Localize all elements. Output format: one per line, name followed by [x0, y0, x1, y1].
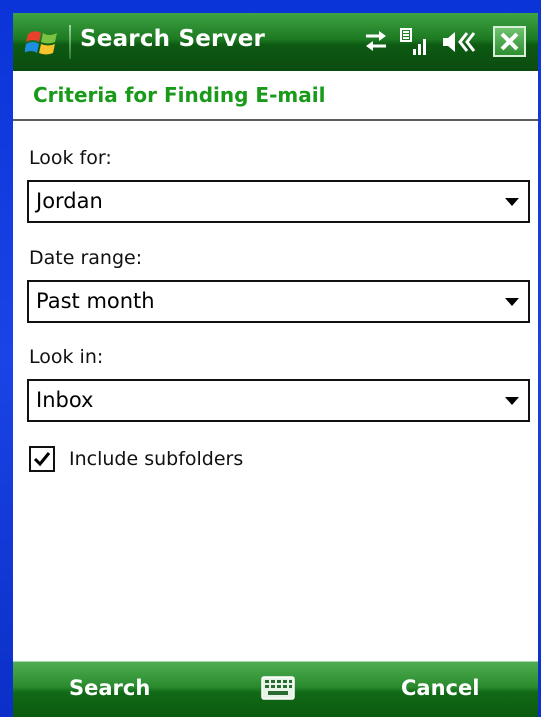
include-subfolders-label[interactable]: Include subfolders — [69, 448, 243, 470]
signal-strength-icon[interactable] — [400, 27, 428, 57]
cancel-softkey[interactable]: Cancel — [401, 676, 479, 700]
volume-icon[interactable] — [441, 27, 477, 57]
title-separator — [69, 25, 71, 59]
date-range-label: Date range: — [29, 247, 143, 269]
close-button[interactable] — [493, 26, 526, 57]
chevron-down-icon — [505, 298, 519, 306]
close-icon — [500, 32, 519, 51]
date-range-dropdown[interactable]: Past month — [27, 280, 530, 323]
look-for-dropdown[interactable]: Jordan — [27, 180, 530, 223]
date-range-value: Past month — [36, 289, 155, 313]
look-for-value: Jordan — [36, 189, 103, 213]
search-softkey[interactable]: Search — [69, 676, 150, 700]
page-header: Criteria for Finding E-mail — [13, 71, 538, 121]
app-title: Search Server — [80, 26, 266, 52]
title-bar: Search Server — [13, 13, 538, 71]
keyboard-icon[interactable] — [261, 676, 295, 700]
checkmark-icon — [33, 452, 51, 467]
include-subfolders-checkbox[interactable] — [29, 446, 55, 472]
look-in-label: Look in: — [29, 346, 104, 368]
windows-start-icon[interactable] — [24, 25, 61, 59]
device-screen: Search Server Criteria for Finding E-mai… — [13, 13, 538, 717]
softkey-bar: Search Cancel — [13, 661, 538, 717]
look-for-label: Look for: — [29, 147, 112, 169]
chevron-down-icon — [505, 397, 519, 405]
look-in-value: Inbox — [36, 388, 94, 412]
sync-arrows-icon[interactable] — [362, 27, 390, 57]
chevron-down-icon — [505, 198, 519, 206]
look-in-dropdown[interactable]: Inbox — [27, 379, 530, 422]
page-title: Criteria for Finding E-mail — [33, 83, 326, 107]
